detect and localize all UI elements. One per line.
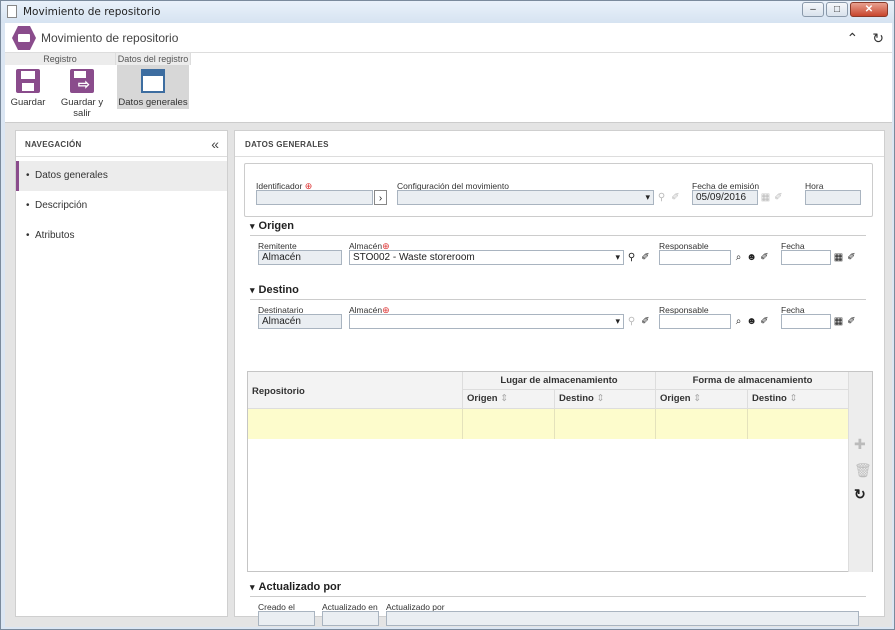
divider — [250, 299, 866, 300]
calendar-icon[interactable]: ▦ — [832, 314, 845, 329]
remitente-input[interactable]: Almacén — [258, 250, 342, 265]
grid-header-forma: Forma de almacenamiento — [656, 372, 850, 390]
user-icon[interactable]: ☻ — [745, 250, 758, 265]
save-icon — [16, 69, 40, 93]
navigation-header: NAVEGACIÓN — [25, 140, 82, 149]
window-title: Movimiento de repositorio — [23, 6, 161, 18]
binoculars-icon[interactable]: ⚲ — [655, 190, 668, 205]
next-arrow-button[interactable]: › — [374, 190, 387, 205]
nav-item-descripcion[interactable]: Descripción — [16, 191, 227, 221]
refresh-icon[interactable]: ↻ — [854, 486, 866, 503]
sort-icon: ⇕ — [596, 393, 605, 404]
config-movimiento-select[interactable] — [397, 190, 654, 205]
window-titlebar: Movimiento de repositorio – □ ✕ — [1, 1, 894, 23]
refresh-icon[interactable]: ↻ — [872, 30, 884, 47]
save-button[interactable]: Guardar — [9, 69, 47, 108]
fecha-emision-input[interactable]: 05/09/2016 — [692, 190, 758, 205]
header-fields-box: Identificador ⊕ › Configuración del movi… — [244, 163, 873, 217]
nav-item-atributos[interactable]: Atributos — [16, 221, 227, 251]
binoculars-icon[interactable]: ⚲ — [625, 250, 638, 265]
nav-item-datos-generales[interactable]: Datos generales — [16, 161, 227, 191]
close-button[interactable]: ✕ — [850, 2, 888, 17]
almacen-origen-select[interactable]: STO002 - Waste storeroom — [349, 250, 624, 265]
application-window: Movimiento de repositorio – □ ✕ Movimien… — [0, 0, 895, 630]
clear-date-icon[interactable]: ✐ — [845, 314, 858, 329]
responsable-origen-input[interactable] — [659, 250, 731, 265]
grid-header-forma-origen[interactable]: Origen ⇕ — [656, 390, 748, 409]
add-icon[interactable]: ✚ — [854, 436, 866, 453]
document-icon — [7, 5, 17, 18]
grid-header-lugar-origen[interactable]: Origen ⇕ — [463, 390, 555, 409]
client-area: Movimiento de repositorio ⌃ ↻ Registro D… — [5, 23, 892, 627]
actualizado-en-input — [322, 611, 379, 626]
grid-header-repositorio[interactable]: Repositorio — [248, 372, 463, 409]
repository-grid: Repositorio Lugar de almacenamiento Form… — [247, 371, 873, 572]
general-data-panel: DATOS GENERALES Identificador ⊕ › Config… — [234, 130, 885, 626]
destino-section-title[interactable]: Destino — [250, 284, 299, 296]
search-icon[interactable]: ⌕ — [732, 314, 745, 329]
grid-actions: ✚ 🗑 ↻ — [848, 372, 872, 572]
hora-input[interactable] — [805, 190, 861, 205]
collapse-left-icon[interactable]: « — [211, 136, 219, 152]
clear-date-icon[interactable]: ✐ — [845, 250, 858, 265]
destinatario-input[interactable]: Almacén — [258, 314, 342, 329]
sort-icon: ⇕ — [789, 393, 798, 404]
actualizado-section-title[interactable]: Actualizado por — [250, 581, 342, 593]
general-data-button[interactable]: Datos generales — [117, 65, 189, 109]
ribbon-group-datos: Datos del registro — [116, 53, 191, 65]
form-window-icon — [141, 69, 165, 93]
save-label: Guardar — [10, 97, 46, 108]
clear-brush-icon[interactable]: ✐ — [758, 314, 771, 329]
grid-header-lugar: Lugar de almacenamiento — [463, 372, 656, 390]
origen-section-title[interactable]: Origen — [250, 220, 294, 232]
grid-header-forma-destino[interactable]: Destino ⇕ — [748, 390, 850, 409]
actualizado-por-input — [386, 611, 859, 626]
minimize-icon: – — [810, 4, 816, 15]
navigation-panel: NAVEGACIÓN « Datos generales Descripción… — [15, 130, 228, 617]
close-icon: ✕ — [864, 4, 874, 15]
general-data-label: Datos generales — [118, 97, 188, 108]
calendar-icon[interactable]: ▦ — [759, 190, 772, 205]
creado-el-input — [258, 611, 315, 626]
fecha-origen-input[interactable] — [781, 250, 831, 265]
sort-icon: ⇕ — [693, 393, 702, 404]
clear-date-icon[interactable]: ✐ — [772, 190, 785, 205]
almacen-destino-select[interactable] — [349, 314, 624, 329]
main-header: DATOS GENERALES — [245, 140, 329, 149]
app-header: Movimiento de repositorio ⌃ ↻ — [5, 23, 892, 53]
maximize-icon: □ — [833, 4, 841, 15]
calendar-icon[interactable]: ▦ — [832, 250, 845, 265]
identificador-input[interactable] — [256, 190, 373, 205]
clear-brush-icon[interactable]: ✐ — [639, 314, 652, 329]
fecha-destino-input[interactable] — [781, 314, 831, 329]
search-icon[interactable]: ⌕ — [732, 250, 745, 265]
sort-icon: ⇕ — [500, 393, 509, 404]
clear-brush-icon[interactable]: ✐ — [669, 190, 682, 205]
divider — [250, 235, 866, 236]
ribbon-group-registro: Registro — [5, 53, 116, 65]
save-and-exit-button[interactable]: Guardar y salir — [52, 69, 112, 119]
ribbon-toolbar: Registro Datos del registro Guardar Guar… — [5, 53, 892, 123]
save-exit-icon — [70, 69, 94, 93]
maximize-button[interactable]: □ — [826, 2, 848, 17]
binoculars-icon[interactable]: ⚲ — [625, 314, 638, 329]
collapse-up-icon[interactable]: ⌃ — [847, 30, 859, 47]
app-title: Movimiento de repositorio — [41, 31, 179, 45]
minimize-button[interactable]: – — [802, 2, 824, 17]
clear-brush-icon[interactable]: ✐ — [639, 250, 652, 265]
grid-header-lugar-destino[interactable]: Destino ⇕ — [555, 390, 656, 409]
table-row[interactable] — [248, 409, 850, 439]
responsable-destino-input[interactable] — [659, 314, 731, 329]
delete-trash-icon[interactable]: 🗑 — [854, 462, 872, 479]
user-icon[interactable]: ☻ — [745, 314, 758, 329]
save-exit-label: Guardar y salir — [60, 97, 104, 119]
repository-logo-icon — [12, 26, 36, 50]
divider — [250, 596, 866, 597]
clear-brush-icon[interactable]: ✐ — [758, 250, 771, 265]
